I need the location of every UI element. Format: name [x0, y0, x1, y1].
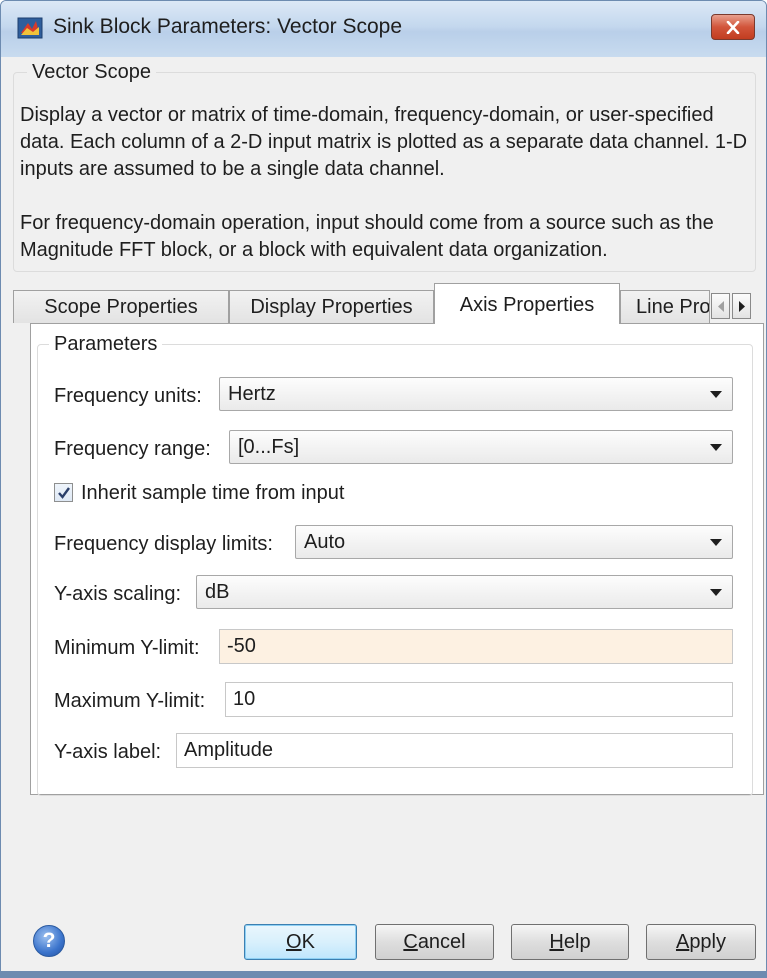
y-axis-label-field[interactable]: Amplitude — [176, 733, 733, 768]
cancel-label: ancel — [417, 931, 466, 953]
simulink-block-icon — [17, 17, 43, 39]
minimum-y-limit-field[interactable]: -50 — [219, 629, 733, 664]
chevron-left-icon — [718, 301, 724, 312]
description-paragraph: For frequency-domain operation, input sh… — [20, 212, 714, 261]
help-mnemonic: H — [549, 931, 564, 953]
title-bar[interactable]: Sink Block Parameters: Vector Scope — [1, 1, 766, 57]
tab-scroll-right-button[interactable] — [732, 293, 751, 319]
y-axis-label-label: Y-axis label: — [54, 741, 162, 763]
chevron-right-icon — [739, 301, 745, 312]
cancel-mnemonic: C — [403, 931, 418, 953]
frequency-units-value: Hertz — [228, 383, 276, 405]
apply-button[interactable]: Apply — [646, 924, 756, 960]
tab-axis-properties[interactable]: Axis Properties — [434, 283, 620, 324]
frequency-units-label: Frequency units: — [54, 385, 202, 407]
tab-display-properties[interactable]: Display Properties — [229, 290, 434, 323]
help-button[interactable]: Help — [511, 924, 629, 960]
tab-line-properties[interactable]: Line Pro — [620, 290, 710, 323]
tab-scope-properties[interactable]: Scope Properties — [13, 290, 229, 323]
block-description-legend: Vector Scope — [27, 61, 156, 84]
close-icon — [726, 21, 740, 34]
window-title: Sink Block Parameters: Vector Scope — [53, 15, 402, 38]
y-axis-scaling-value: dB — [205, 581, 230, 603]
inherit-sample-time-checkbox[interactable] — [54, 483, 73, 502]
frequency-display-limits-label: Frequency display limits: — [54, 533, 273, 555]
cancel-button[interactable]: Cancel — [375, 924, 494, 960]
help-label: elp — [563, 931, 591, 953]
close-button[interactable] — [711, 14, 755, 40]
frequency-range-select[interactable]: [0...Fs] — [229, 430, 733, 464]
parameters-legend: Parameters — [49, 333, 163, 356]
frequency-display-limits-select[interactable]: Auto — [295, 525, 733, 559]
inherit-sample-time-label[interactable]: Inherit sample time from input — [81, 482, 344, 505]
chevron-down-icon — [710, 391, 722, 398]
chevron-down-icon — [710, 539, 722, 546]
y-axis-scaling-label: Y-axis scaling: — [54, 583, 182, 605]
minimum-y-limit-label: Minimum Y-limit: — [54, 637, 200, 659]
ok-mnemonic: O — [286, 931, 302, 953]
frequency-units-select[interactable]: Hertz — [219, 377, 733, 411]
apply-mnemonic: A — [675, 931, 690, 953]
parameters-group — [37, 344, 753, 796]
description-paragraph: Display a vector or matrix of time-domai… — [20, 104, 748, 180]
frequency-display-limits-value: Auto — [304, 531, 346, 553]
chevron-down-icon — [710, 444, 722, 451]
help-icon[interactable]: ? — [33, 925, 65, 957]
ok-label: K — [301, 931, 315, 953]
chevron-down-icon — [710, 589, 722, 596]
block-description-text: Display a vector or matrix of time-domai… — [20, 102, 750, 264]
maximum-y-limit-field[interactable]: 10 — [225, 682, 733, 717]
window-bottom-border — [0, 971, 767, 978]
frequency-range-label: Frequency range: — [54, 438, 211, 460]
tab-scroll-left-button[interactable] — [711, 293, 730, 319]
y-axis-scaling-select[interactable]: dB — [196, 575, 733, 609]
checkmark-icon — [58, 487, 70, 499]
frequency-range-value: [0...Fs] — [238, 436, 300, 458]
dialog-window: Sink Block Parameters: Vector Scope Vect… — [0, 0, 767, 978]
maximum-y-limit-label: Maximum Y-limit: — [54, 690, 206, 712]
apply-label: pply — [689, 931, 727, 953]
ok-button[interactable]: OK — [244, 924, 357, 960]
